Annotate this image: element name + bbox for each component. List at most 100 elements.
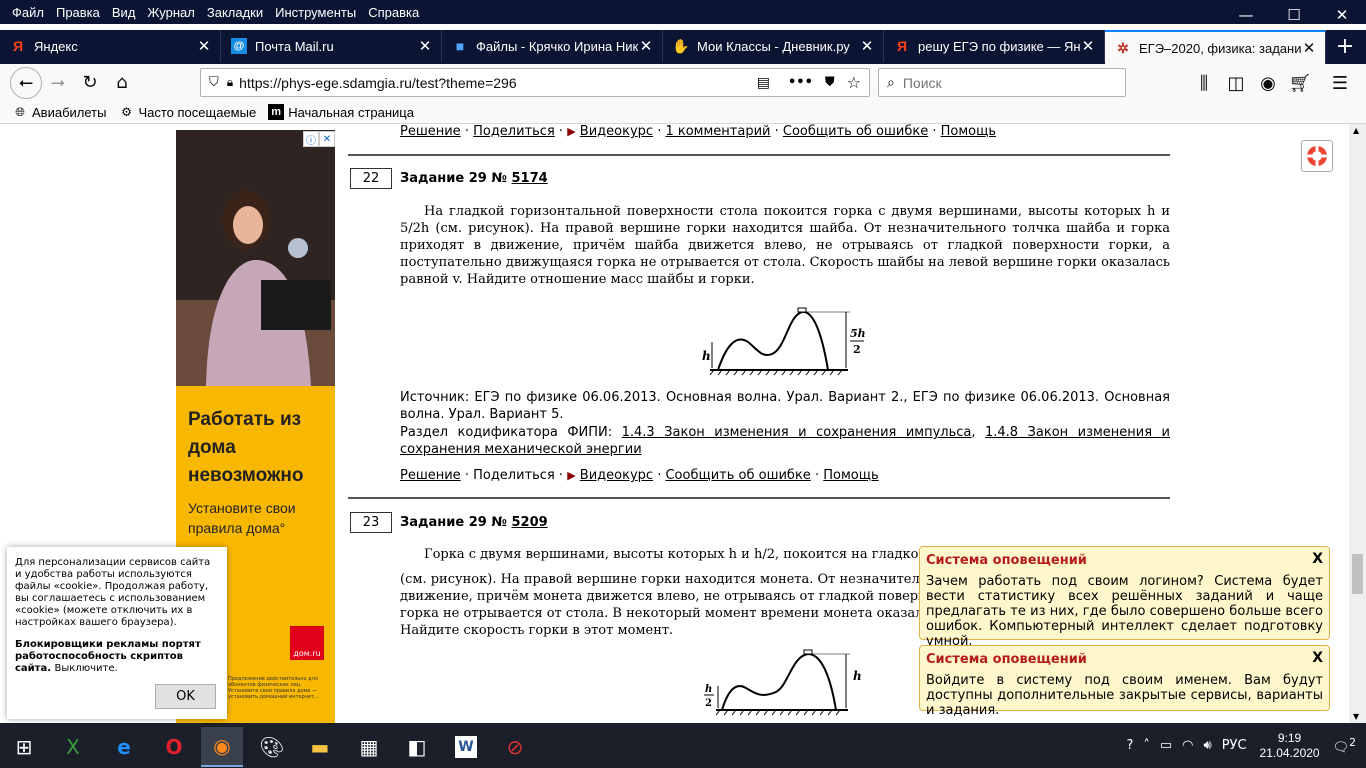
windows-start-icon[interactable]: ⊞: [3, 727, 45, 767]
tab-dnevnik[interactable]: ✋ Мои Классы - Дневник.ру ✕: [663, 30, 884, 62]
home-icon[interactable]: ⌂: [106, 67, 138, 99]
maximize-icon[interactable]: ☐: [1270, 0, 1318, 30]
report-error-link[interactable]: Сообщить об ошибке: [665, 468, 810, 483]
solution-link[interactable]: Решение: [400, 124, 461, 139]
help-link[interactable]: Помощь: [941, 124, 996, 139]
fig-label-h: h: [705, 684, 712, 695]
back-icon[interactable]: ⭠: [10, 66, 42, 99]
codifier-link-1[interactable]: 1.4.3 Закон изменения и сохранения импул…: [622, 425, 972, 440]
edge-icon[interactable]: e: [103, 727, 145, 767]
reload-icon[interactable]: ↻: [74, 67, 106, 99]
opera-icon[interactable]: O: [153, 727, 195, 767]
task-id-link[interactable]: 5174: [512, 171, 548, 186]
close-tab-icon[interactable]: ✕: [1301, 39, 1317, 57]
store-icon[interactable]: ◧: [396, 727, 438, 767]
scrollbar-thumb[interactable]: [1352, 554, 1363, 594]
menu-tools[interactable]: Инструменты: [269, 5, 362, 20]
sidebar-icon[interactable]: ◫: [1220, 67, 1252, 99]
action-center-icon[interactable]: 🗨︎2: [1333, 736, 1356, 755]
show-hidden-icons-icon[interactable]: ˄: [1143, 738, 1150, 753]
shield-icon[interactable]: ⛉: [209, 75, 219, 90]
notification: Система оповещений Войдите в систему под…: [919, 645, 1330, 718]
page-scrollbar[interactable]: ▲ ▼: [1349, 124, 1366, 723]
paint-icon[interactable]: 🎨︎: [251, 727, 293, 767]
m-icon: m: [268, 104, 285, 120]
scroll-up-icon[interactable]: ▲: [1353, 126, 1359, 135]
close-tab-icon[interactable]: ✕: [196, 37, 212, 55]
url-text[interactable]: https://phys-ege.sdamgia.ru/test?theme=2…: [239, 75, 757, 91]
app-icon[interactable]: ⊘: [494, 727, 536, 767]
network-icon[interactable]: ▭: [1160, 738, 1172, 753]
close-tab-icon[interactable]: ✕: [859, 37, 875, 55]
minimize-icon[interactable]: —: [1222, 0, 1270, 30]
video-link[interactable]: Видеокурс: [580, 468, 653, 483]
solution-link[interactable]: Решение: [400, 468, 461, 483]
close-window-icon[interactable]: ✕: [1318, 0, 1366, 30]
url-bar[interactable]: ⛉ 🔒︎ https://phys-ege.sdamgia.ru/test?th…: [200, 68, 870, 97]
ad-close-icon[interactable]: ✕: [319, 131, 335, 147]
menu-file[interactable]: Файл: [0, 5, 50, 20]
share-link[interactable]: Поделиться: [473, 124, 555, 139]
tab-yandex[interactable]: Я Яндекс ✕: [0, 30, 221, 62]
lifebuoy-icon[interactable]: [1301, 140, 1333, 172]
task-id-link[interactable]: 5209: [512, 515, 548, 530]
comments-link[interactable]: 1 комментарий: [665, 124, 770, 139]
language-indicator[interactable]: РУС: [1222, 738, 1247, 753]
share-link[interactable]: Поделиться: [473, 468, 555, 483]
hand-icon: ✋: [672, 37, 690, 54]
volume-icon[interactable]: 🔊︎: [1203, 738, 1211, 753]
notification-close-icon[interactable]: X: [1312, 551, 1323, 567]
notification-close-icon[interactable]: X: [1312, 650, 1323, 666]
hamburger-menu-icon[interactable]: ☰: [1324, 67, 1356, 99]
menu-help[interactable]: Справка: [362, 5, 425, 20]
reader-view-icon[interactable]: ▤: [757, 75, 770, 91]
file-explorer-icon[interactable]: ▬: [299, 727, 341, 767]
lock-icon[interactable]: 🔒︎: [227, 75, 233, 90]
forward-icon[interactable]: ⭢: [42, 67, 74, 99]
task-figure: h 2 h: [704, 649, 862, 716]
video-link[interactable]: Видеокурс: [580, 124, 653, 139]
scroll-down-icon[interactable]: ▼: [1353, 712, 1359, 721]
menu-bookmarks[interactable]: Закладки: [201, 5, 269, 20]
ad-logo[interactable]: дом.ru: [290, 626, 324, 660]
menu-view[interactable]: Вид: [106, 5, 142, 20]
menu-history[interactable]: Журнал: [141, 5, 200, 20]
cookie-ok-button[interactable]: OK: [155, 684, 216, 709]
new-tab-icon[interactable]: +: [1326, 30, 1364, 62]
cart-icon[interactable]: 🛒︎: [1284, 67, 1316, 99]
close-tab-icon[interactable]: ✕: [417, 37, 433, 55]
excel-icon[interactable]: X: [52, 727, 94, 767]
calculator-icon[interactable]: ▦: [348, 727, 390, 767]
task-source: Источник: ЕГЭ по физике 06.06.2013. Осно…: [400, 390, 1170, 422]
account-icon[interactable]: ◉: [1252, 67, 1284, 99]
bookmark-star-icon[interactable]: ☆: [847, 73, 861, 92]
play-icon: ▶: [567, 469, 576, 482]
help-link[interactable]: Помощь: [823, 468, 878, 483]
menu-edit[interactable]: Правка: [50, 5, 106, 20]
help-tray-icon[interactable]: ?: [1126, 738, 1133, 753]
task-header: Задание 29 № 5209: [400, 515, 548, 530]
tab-yandex-search[interactable]: Я решу ЕГЭ по физике — Яндек ✕: [884, 30, 1105, 62]
close-tab-icon[interactable]: ✕: [1080, 37, 1096, 55]
clock[interactable]: 9:19 21.04.2020: [1260, 731, 1320, 761]
ad-info-icon[interactable]: ⓘ: [303, 131, 319, 147]
tab-sdamgia[interactable]: ✲ ЕГЭ–2020, физика: задания, о ✕: [1105, 30, 1326, 64]
firefox-icon[interactable]: ◉: [201, 727, 243, 767]
search-bar[interactable]: ⌕: [878, 68, 1126, 97]
word-icon[interactable]: W: [455, 736, 477, 758]
system-tray: ? ˄ ▭ ◠ 🔊︎ РУС 9:19 21.04.2020 🗨︎2: [1121, 723, 1366, 768]
ad-image[interactable]: [176, 130, 335, 386]
library-icon[interactable]: ⫼: [1188, 67, 1220, 99]
wifi-icon[interactable]: ◠: [1182, 738, 1193, 753]
task-number: 23: [350, 512, 392, 533]
report-error-link[interactable]: Сообщить об ошибке: [783, 124, 928, 139]
bookmark-aviabilety[interactable]: 🌐︎ Авиабилеты: [12, 104, 106, 120]
close-tab-icon[interactable]: ✕: [638, 37, 654, 55]
tab-files[interactable]: ■ Файлы - Крячко Ирина Нико ✕: [442, 30, 663, 62]
search-input[interactable]: [902, 74, 1103, 91]
page-actions-icon[interactable]: •••: [788, 75, 813, 90]
tab-mail[interactable]: @ Почта Mail.ru ✕: [221, 30, 442, 62]
bookmark-start-page[interactable]: m Начальная страница: [268, 104, 414, 120]
bookmark-most-visited[interactable]: ⚙ Часто посещаемые: [118, 104, 256, 120]
pocket-icon[interactable]: ⛊: [825, 75, 835, 90]
